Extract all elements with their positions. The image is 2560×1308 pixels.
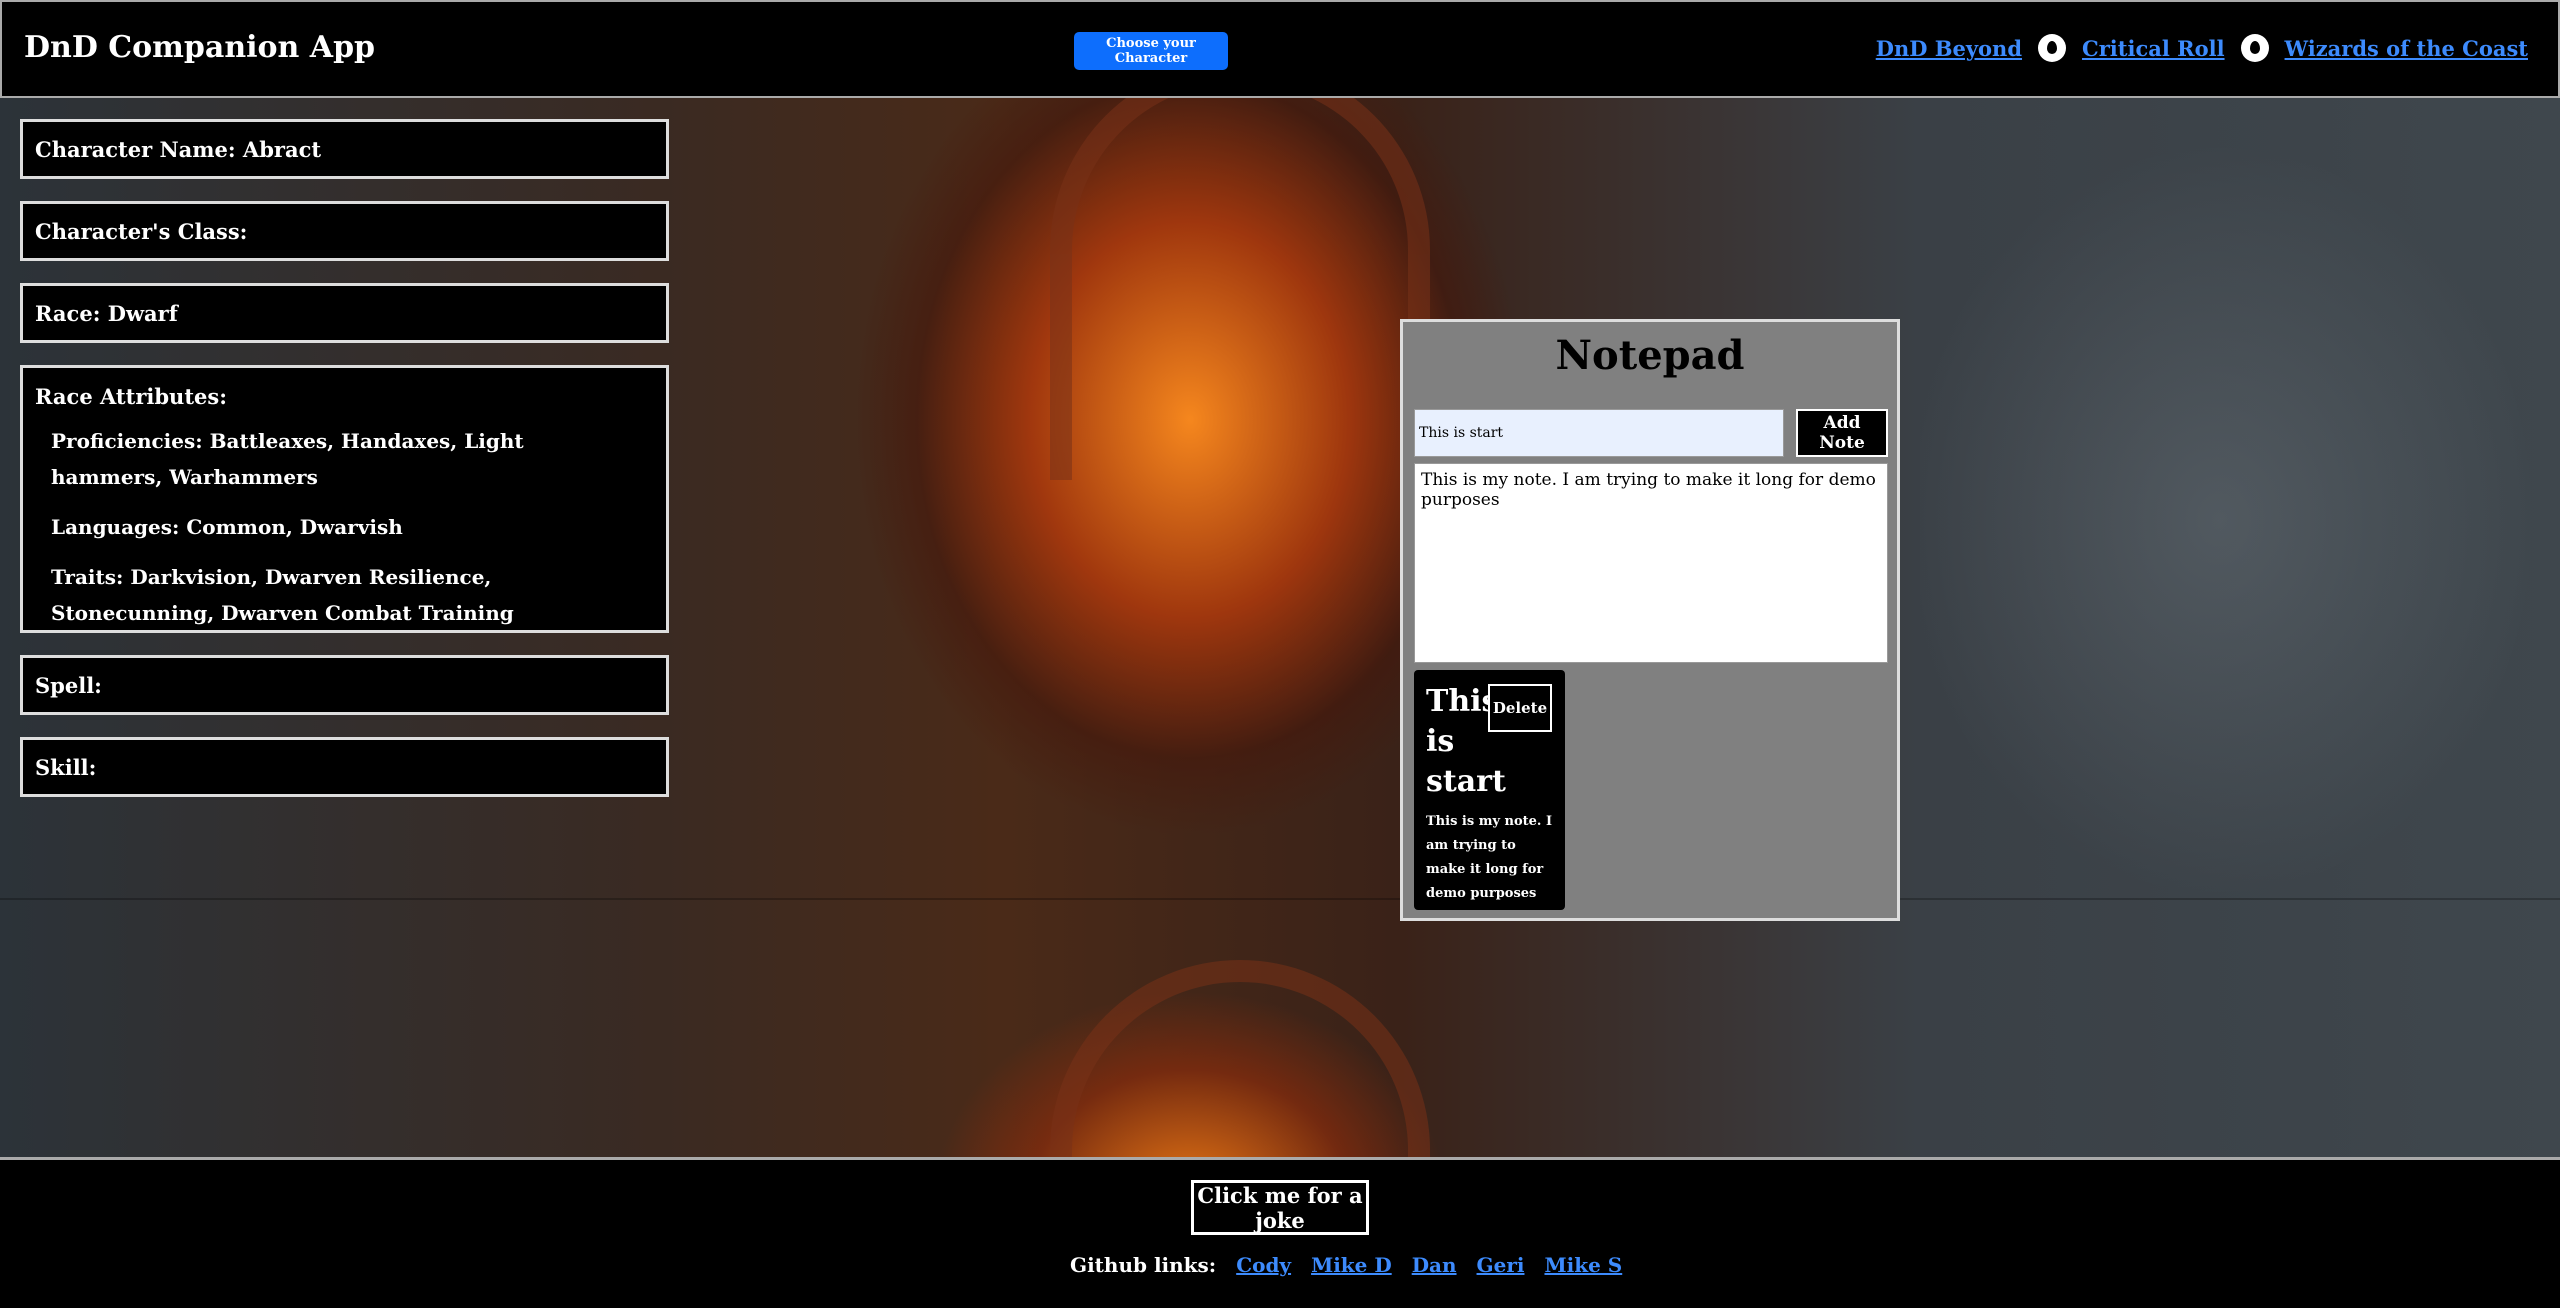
github-link-dan[interactable]: Dan [1412, 1253, 1457, 1277]
note-title-input[interactable] [1414, 409, 1784, 457]
notepad-title: Notepad [1555, 332, 1745, 379]
character-race-box: Race: Dwarf [20, 283, 669, 343]
github-link-geri[interactable]: Geri [1477, 1253, 1525, 1277]
github-link-cody[interactable]: Cody [1236, 1253, 1291, 1277]
link-wizards-of-the-coast[interactable]: Wizards of the Coast [2285, 36, 2528, 61]
joke-button[interactable]: Click me for a joke [1191, 1180, 1369, 1235]
delete-note-button[interactable]: Delete [1488, 684, 1552, 732]
background-fog [1920, 100, 2560, 1160]
character-class-text: Character's Class: [35, 218, 248, 244]
top-navbar: DnD Companion App Choose your Character … [0, 0, 2560, 98]
github-link-mike-d[interactable]: Mike D [1311, 1253, 1392, 1277]
link-critical-roll[interactable]: Critical Roll [2082, 36, 2225, 61]
footer: Click me for a joke Github links: Cody M… [0, 1157, 2560, 1308]
note-card-title: This is start [1426, 684, 1506, 799]
proficiencies-text: Proficiencies: Battleaxes, Handaxes, Lig… [51, 429, 524, 489]
skill-text: Skill: [35, 754, 97, 780]
notepad-panel: Notepad Add Note This is my note. I am t… [1400, 319, 1900, 921]
spell-box: Spell: [20, 655, 669, 715]
character-name-text: Character Name: Abract [35, 136, 322, 162]
race-attributes-box: Race Attributes: Proficiencies: Battleax… [20, 365, 669, 633]
background-arch [1050, 60, 1430, 480]
note-card: This is start Delete This is my note. I … [1414, 670, 1565, 910]
background-seam [0, 898, 2560, 900]
external-links: DnD Beyond Critical Roll Wizards of the … [1876, 34, 2528, 62]
spell-text: Spell: [35, 672, 102, 698]
app-title: DnD Companion App [24, 30, 376, 65]
skill-box: Skill: [20, 737, 669, 797]
add-note-button[interactable]: Add Note [1796, 409, 1888, 457]
flame-icon [2240, 34, 2269, 62]
flame-icon [2038, 34, 2067, 62]
note-text-area[interactable]: This is my note. I am trying to make it … [1414, 463, 1888, 663]
character-race-text: Race: Dwarf [35, 300, 178, 326]
github-links-row: Github links: Cody Mike D Dan Geri Mike … [1070, 1253, 1622, 1277]
character-name-box: Character Name: Abract [20, 119, 669, 179]
choose-character-button[interactable]: Choose your Character [1074, 32, 1228, 70]
note-card-body: This is my note. I am trying to make it … [1426, 814, 1553, 901]
github-links-label: Github links: [1070, 1253, 1217, 1277]
character-class-box: Character's Class: [20, 201, 669, 261]
background-scene [0, 0, 2560, 1308]
languages-text: Languages: Common, Dwarvish [51, 515, 403, 539]
github-link-mike-s[interactable]: Mike S [1544, 1253, 1622, 1277]
race-attributes-heading: Race Attributes: [35, 384, 227, 409]
traits-text: Traits: Darkvision, Dwarven Resilience, … [51, 565, 514, 625]
link-dnd-beyond[interactable]: DnD Beyond [1876, 36, 2022, 61]
